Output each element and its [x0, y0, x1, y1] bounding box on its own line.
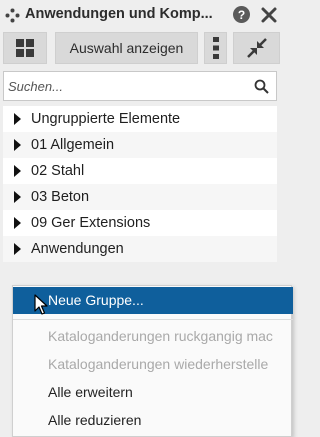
menu-item-label: Alle reduzieren: [48, 412, 142, 428]
search-box: [3, 71, 277, 101]
catalog-tree: Ungruppierte Elemente 01 Allgemein 02 St…: [3, 106, 277, 262]
tree-item-ger-extensions[interactable]: 09 Ger Extensions: [3, 210, 277, 236]
menu-item-label: Kataloganderungen ruckgangig mac: [48, 328, 273, 344]
expand-arrow-icon[interactable]: [14, 217, 21, 229]
search-icon[interactable]: [254, 79, 269, 94]
menu-item-label: Kataloganderungen wiederherstelle: [48, 356, 269, 372]
tree-item-label: 03 Beton: [31, 189, 90, 205]
expand-arrow-icon[interactable]: [14, 165, 21, 177]
tree-item-label: 02 Stahl: [31, 163, 85, 179]
grid-icon: [16, 39, 34, 57]
collapse-arrows-icon: [246, 38, 267, 58]
tree-item-beton[interactable]: 03 Beton: [3, 184, 277, 210]
drag-handle-icon[interactable]: [5, 8, 20, 23]
menu-separator: [13, 319, 293, 320]
more-vertical-icon: [212, 37, 219, 59]
menu-item-label: Neue Gruppe...: [48, 292, 144, 308]
show-selection-button[interactable]: Auswahl anzeigen: [55, 32, 198, 64]
menu-item-label: Alle erweitern: [48, 384, 133, 400]
tree-item-allgemein[interactable]: 01 Allgemein: [3, 132, 277, 158]
tree-item-label: 01 Allgemein: [31, 137, 115, 153]
help-icon[interactable]: ?: [233, 6, 250, 23]
search-input[interactable]: [8, 72, 238, 100]
mouse-cursor-icon: [34, 294, 48, 315]
menu-item-new-group[interactable]: Neue Gruppe...: [13, 287, 293, 314]
expand-arrow-icon[interactable]: [14, 139, 21, 151]
collapse-panel-button[interactable]: [233, 32, 280, 64]
menu-item-expand-all[interactable]: Alle erweitern: [13, 379, 293, 406]
panel-title: Anwendungen und Komp...: [25, 6, 213, 22]
menu-item-collapse-all[interactable]: Alle reduzieren: [13, 407, 293, 434]
close-icon[interactable]: [260, 6, 278, 24]
expand-arrow-icon[interactable]: [14, 113, 21, 125]
tree-item-stahl[interactable]: 02 Stahl: [3, 158, 277, 184]
expand-arrow-icon[interactable]: [14, 243, 21, 255]
menu-item-redo-catalog-changes[interactable]: Kataloganderungen wiederherstelle: [13, 351, 293, 378]
expand-arrow-icon[interactable]: [14, 191, 21, 203]
tree-item-label: 09 Ger Extensions: [31, 215, 151, 231]
menu-item-undo-catalog-changes[interactable]: Kataloganderungen ruckgangig mac: [13, 323, 293, 350]
panel-title-bar: Anwendungen und Komp... ?: [0, 0, 285, 30]
more-options-button[interactable]: [204, 32, 227, 64]
grid-view-button[interactable]: [3, 32, 47, 64]
tree-item-ungrouped[interactable]: Ungruppierte Elemente: [3, 106, 277, 132]
tree-item-label: Anwendungen: [31, 241, 124, 257]
tree-item-anwendungen[interactable]: Anwendungen: [3, 236, 277, 262]
context-menu: Neue Gruppe... Kataloganderungen ruckgan…: [12, 285, 293, 437]
tree-item-label: Ungruppierte Elemente: [31, 111, 181, 127]
